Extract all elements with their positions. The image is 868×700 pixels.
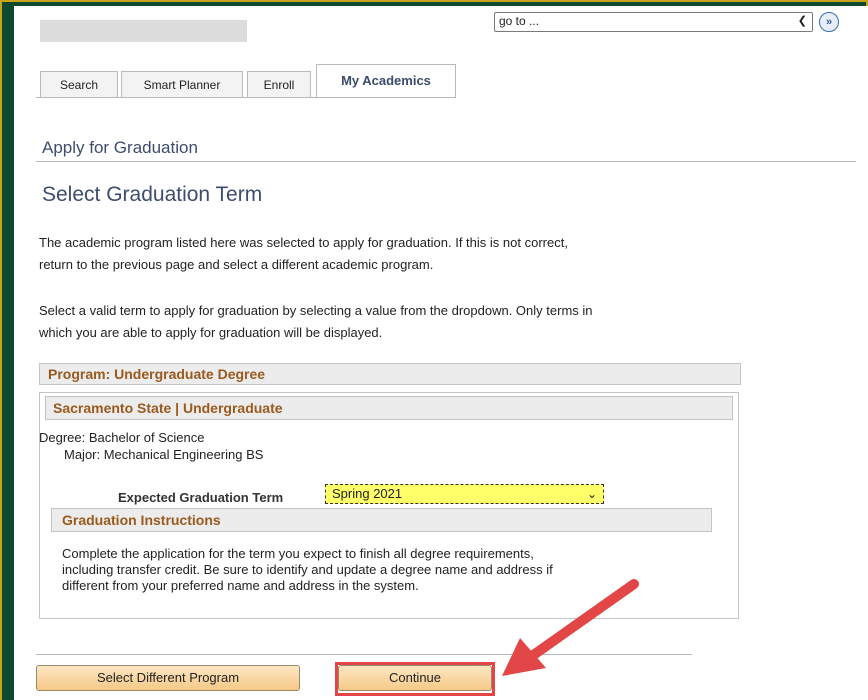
page-title: Select Graduation Term — [42, 183, 263, 206]
tab-smart-planner[interactable]: Smart Planner — [121, 71, 243, 97]
tab-underline — [36, 97, 456, 98]
section-divider — [36, 161, 856, 162]
expected-term-select[interactable]: Spring 2021 ⌄ — [325, 484, 604, 504]
chevron-down-icon: ❮ — [797, 15, 807, 27]
chevron-down-icon: ⌄ — [586, 487, 597, 501]
intro-line: Select a valid term to apply for graduat… — [39, 303, 593, 318]
annotation-arrow-icon — [502, 579, 639, 676]
button-label: Continue — [388, 670, 442, 685]
term-value: Spring 2021 — [332, 486, 403, 501]
intro-line: The academic program listed here was sel… — [39, 235, 568, 250]
instructions-title: Graduation Instructions — [62, 512, 221, 528]
major-text: Major: Mechanical Engineering BS — [64, 447, 264, 462]
tab-label: Smart Planner — [143, 78, 221, 92]
tab-search[interactable]: Search — [40, 71, 118, 97]
intro-line: return to the previous page and select a… — [39, 257, 434, 272]
goto-select[interactable]: go to ... ❮ — [494, 12, 813, 32]
continue-button[interactable]: Continue — [338, 665, 492, 691]
select-different-program-button[interactable]: Select Different Program — [36, 665, 300, 691]
intro-line: which you are able to apply for graduati… — [39, 325, 383, 340]
institution-title: Sacramento State | Undergraduate — [53, 400, 283, 416]
double-chevron-right-icon[interactable]: » — [819, 12, 839, 32]
button-label: Select Different Program — [96, 670, 240, 685]
tab-enroll[interactable]: Enroll — [247, 71, 311, 97]
expected-term-label: Expected Graduation Term — [118, 490, 284, 505]
instructions-header: Graduation Instructions — [51, 508, 712, 532]
instructions-line: Complete the application for the term yo… — [62, 546, 534, 561]
intro-paragraph-1: The academic program listed here was sel… — [39, 232, 739, 276]
goto-value: go to ... — [499, 14, 540, 28]
tab-label: Enroll — [263, 78, 295, 92]
main-panel: go to ... ❮ » Search Smart Planner Enrol… — [14, 6, 868, 700]
blurred-header — [40, 20, 247, 42]
program-header-title: Program: Undergraduate Degree — [48, 366, 266, 382]
intro-paragraph-2: Select a valid term to apply for graduat… — [39, 300, 739, 344]
program-header: Program: Undergraduate Degree — [39, 363, 741, 385]
tab-my-academics[interactable]: My Academics — [316, 64, 456, 98]
institution-header: Sacramento State | Undergraduate — [45, 396, 733, 420]
section-title: Apply for Graduation — [42, 138, 198, 157]
tab-label: Search — [59, 78, 99, 92]
tab-label: My Academics — [341, 73, 431, 88]
degree-text: Degree: Bachelor of Science — [39, 430, 205, 445]
